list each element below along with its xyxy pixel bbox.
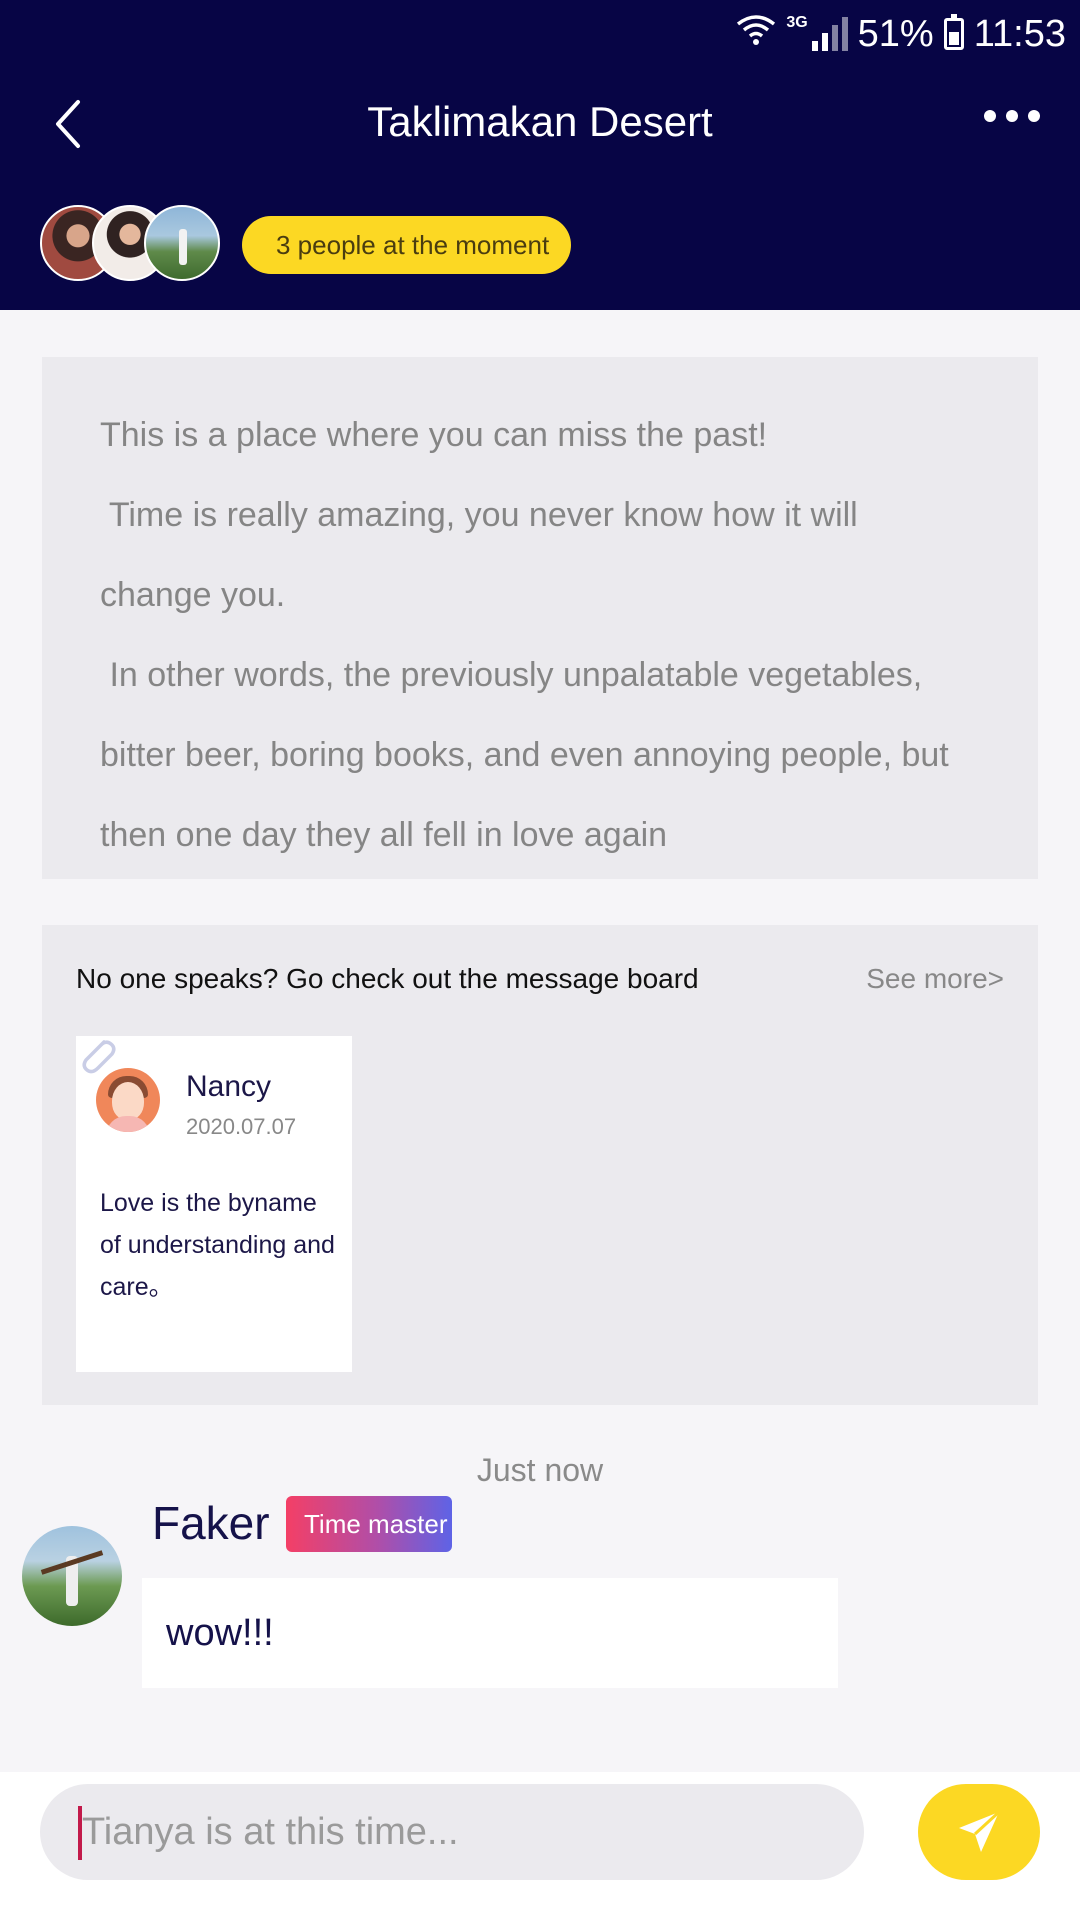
send-icon [959, 1810, 1001, 1852]
intro-line: Time is really amazing, you never know h… [100, 496, 858, 534]
intro-line: bitter beer, boring books, and even anno… [100, 736, 949, 774]
header: 3G 51% 11:53 Taklimakan Desert 3 people … [0, 0, 1080, 310]
present-users-avatars[interactable] [40, 205, 220, 281]
intro-text-panel: This is a place where you can miss the p… [42, 357, 1038, 879]
send-button[interactable] [918, 1784, 1040, 1880]
clock: 11:53 [973, 12, 1066, 55]
message-timestamp: Just now [476, 1452, 604, 1488]
message-note-card[interactable]: Nancy 2020.07.07 Love is the byname of u… [76, 1036, 352, 1372]
signal-icon [811, 17, 848, 51]
message-author-name: Faker [152, 1497, 270, 1549]
note-date: 2020.07.07 [186, 1114, 297, 1139]
page-title: Taklimakan Desert [367, 98, 713, 145]
note-author-name: Nancy [186, 1070, 272, 1103]
intro-line: change you. [100, 576, 286, 614]
see-more-link[interactable]: See more> [866, 963, 1004, 995]
message-bubble: wow!!! [142, 1578, 838, 1688]
avatar [144, 205, 220, 281]
message-board-title: No one speaks? Go check out the message … [76, 963, 699, 994]
avatar[interactable] [22, 1526, 122, 1626]
battery-percent: 51% [857, 12, 934, 55]
network-type: 3G [786, 14, 808, 31]
wifi-icon [736, 12, 776, 56]
intro-line: then one day they all fell in love again [100, 816, 668, 854]
battery-icon [943, 14, 964, 50]
user-title-badge: Time master [286, 1496, 452, 1552]
composer-bar [0, 1772, 1080, 1920]
intro-line: This is a place where you can miss the p… [100, 416, 768, 454]
message-input[interactable] [82, 1784, 842, 1880]
message-board-panel: No one speaks? Go check out the message … [42, 925, 1038, 1405]
more-dots-icon [984, 110, 1040, 122]
note-text: Love is the byname of understanding and … [100, 1189, 335, 1301]
status-bar: 3G 51% 11:53 [736, 10, 1066, 58]
people-count-badge[interactable]: 3 people at the moment [242, 216, 572, 274]
more-button[interactable] [984, 110, 1040, 122]
message-input-wrapper[interactable] [40, 1784, 864, 1880]
top-bar: Taklimakan Desert [0, 80, 1080, 166]
intro-line: In other words, the previously unpalatab… [100, 656, 923, 694]
avatar [96, 1068, 160, 1132]
